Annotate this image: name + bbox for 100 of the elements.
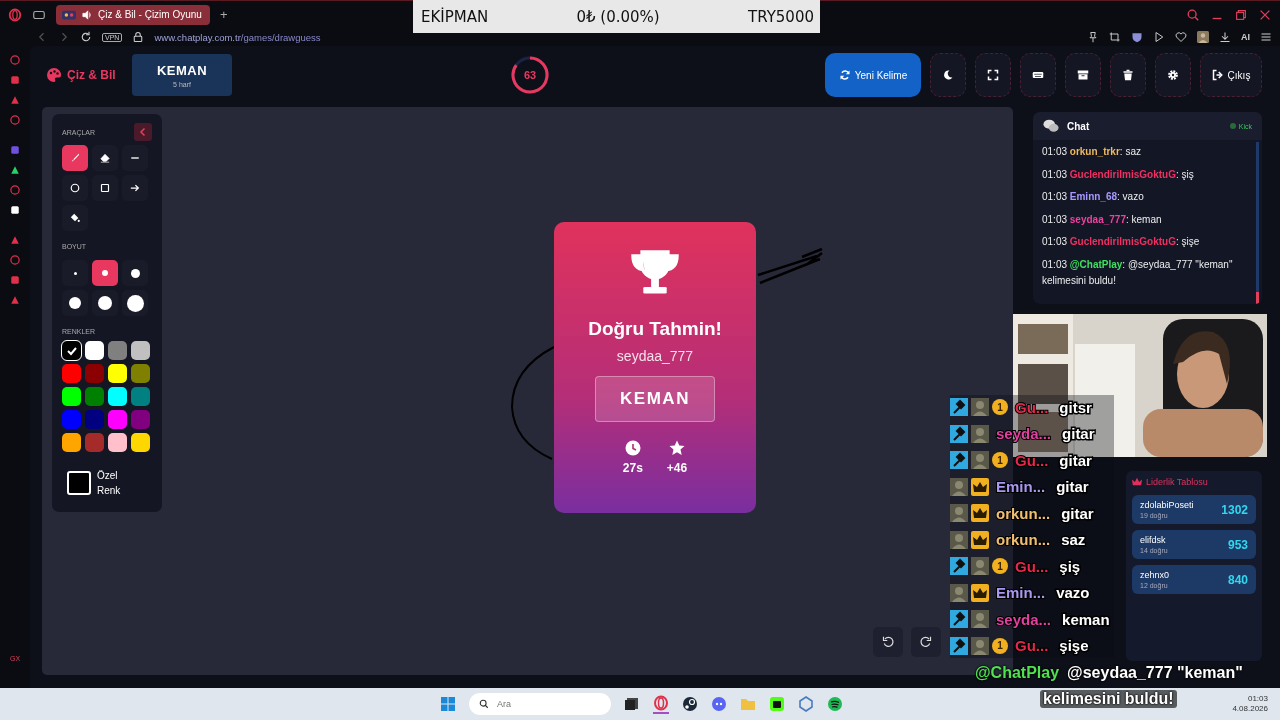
fill-tool-button[interactable] xyxy=(62,205,88,231)
crown-badge-icon xyxy=(971,504,989,522)
browser-taskbar-icon[interactable] xyxy=(653,694,669,714)
archive-button[interactable] xyxy=(1065,53,1101,97)
color-swatch[interactable] xyxy=(85,364,104,383)
color-swatch[interactable] xyxy=(108,364,127,383)
taskbar-search-field[interactable]: Ara xyxy=(469,693,611,715)
crop-icon[interactable] xyxy=(1109,31,1121,43)
redo-button[interactable] xyxy=(911,627,941,657)
menu-icon[interactable] xyxy=(1260,31,1272,43)
new-word-button[interactable]: Yeni Kelime xyxy=(825,53,921,97)
sync-icon xyxy=(838,69,851,81)
ticker-label: EKİPMAN xyxy=(421,7,489,26)
color-swatch[interactable] xyxy=(131,341,150,360)
brush-size-button[interactable] xyxy=(92,290,118,316)
chat-message: 01:03 orkun_trkr: saz xyxy=(1042,145,1142,159)
app-icon[interactable] xyxy=(9,164,21,176)
speaker-icon[interactable] xyxy=(80,9,94,20)
undo-button[interactable] xyxy=(873,627,903,657)
address-field[interactable]: www.chatplay.com.tr/games/drawguess xyxy=(154,31,321,43)
chat-message: saz xyxy=(1061,531,1086,548)
color-swatch[interactable] xyxy=(62,410,81,429)
color-swatch[interactable] xyxy=(85,433,104,452)
taskbar-time: 01:03 xyxy=(1247,694,1268,704)
avatar-badge-icon xyxy=(971,398,989,416)
arrow-tool-button[interactable] xyxy=(122,175,148,201)
task-view-icon[interactable] xyxy=(624,696,640,712)
shield-icon[interactable] xyxy=(1131,31,1143,43)
chat-username: Gu... xyxy=(1015,398,1049,416)
color-swatch[interactable] xyxy=(131,364,150,383)
color-swatch[interactable] xyxy=(85,410,104,429)
keyboard-button[interactable] xyxy=(1020,53,1056,97)
color-swatch[interactable] xyxy=(108,433,127,452)
taskbar-date: 4.08.2026 xyxy=(1232,704,1268,714)
brush-size-button[interactable] xyxy=(62,290,88,316)
avatar-badge-icon xyxy=(971,610,989,628)
color-swatch[interactable] xyxy=(85,387,104,406)
rect-tool-button[interactable] xyxy=(92,175,118,201)
color-swatch[interactable] xyxy=(62,341,81,360)
fullscreen-icon xyxy=(987,69,999,81)
moon-button[interactable] xyxy=(930,53,966,97)
crown-icon xyxy=(1132,477,1142,487)
timer-value: 63 xyxy=(523,69,537,81)
brush-tool-button[interactable] xyxy=(62,145,88,171)
browser-tab[interactable]: Çiz & Bil - Çizim Oyunu xyxy=(56,4,210,25)
browser-logo-icon[interactable] xyxy=(8,7,22,22)
search-icon xyxy=(479,699,489,709)
search-icon[interactable] xyxy=(1186,7,1200,22)
custom-color-swatch[interactable] xyxy=(67,471,91,495)
chat-message: vazo xyxy=(1056,584,1090,601)
color-swatch[interactable] xyxy=(62,364,81,383)
pin-icon[interactable] xyxy=(1087,31,1099,43)
fullscreen-button[interactable] xyxy=(975,53,1011,97)
brush-size-button[interactable] xyxy=(122,260,148,286)
player-score: 953 xyxy=(1227,537,1248,552)
result-title: Doğru Tahmin! xyxy=(588,318,722,340)
windows-start-icon[interactable] xyxy=(440,696,456,712)
app-icon[interactable] xyxy=(9,204,21,216)
exit-button[interactable]: Çıkış xyxy=(1200,53,1262,97)
sign-out-icon xyxy=(1211,69,1224,81)
circle-tool-button[interactable] xyxy=(62,175,88,201)
color-swatch[interactable] xyxy=(131,410,150,429)
undo-icon xyxy=(882,636,894,648)
clock-icon xyxy=(624,440,641,456)
brush-icon xyxy=(70,153,80,163)
brush-size-button[interactable] xyxy=(92,260,118,286)
profile-avatar-icon[interactable] xyxy=(1197,31,1209,43)
dot-icon xyxy=(102,270,108,276)
ai-button[interactable]: AI xyxy=(1241,32,1250,42)
color-swatch[interactable] xyxy=(85,341,104,360)
color-swatch[interactable] xyxy=(131,433,150,452)
arrow-icon xyxy=(130,183,140,193)
reload-icon[interactable] xyxy=(80,31,92,43)
app-title: Çiz & Bil xyxy=(67,68,116,82)
color-swatch[interactable] xyxy=(108,387,127,406)
restore-icon[interactable] xyxy=(1234,7,1248,22)
color-swatch[interactable] xyxy=(108,410,127,429)
app-icon[interactable] xyxy=(769,696,785,712)
new-tab-button[interactable]: + xyxy=(219,7,228,22)
app-icon[interactable] xyxy=(682,696,698,712)
trash-button[interactable] xyxy=(1110,53,1146,97)
music-app-icon[interactable] xyxy=(827,696,843,712)
chat-message: gitsr xyxy=(1059,398,1092,416)
chat-message: şişe xyxy=(1059,637,1089,654)
line-tool-button[interactable] xyxy=(122,145,148,171)
points-earned: +46 xyxy=(666,461,688,475)
guess-time: 27s xyxy=(622,461,643,475)
play-icon[interactable] xyxy=(1153,31,1165,43)
color-swatch[interactable] xyxy=(108,341,127,360)
eraser-tool-button[interactable] xyxy=(92,145,118,171)
heart-icon[interactable] xyxy=(1175,31,1187,43)
player-name: elifdsk xyxy=(1140,535,1167,545)
brush-size-button[interactable] xyxy=(122,290,148,316)
circle-icon xyxy=(70,183,80,193)
color-swatch[interactable] xyxy=(131,387,150,406)
keyboard-icon xyxy=(1032,69,1044,81)
color-swatch[interactable] xyxy=(62,387,81,406)
settings-button[interactable] xyxy=(1155,53,1191,97)
download-icon[interactable] xyxy=(1219,31,1231,43)
color-swatch[interactable] xyxy=(62,433,81,452)
